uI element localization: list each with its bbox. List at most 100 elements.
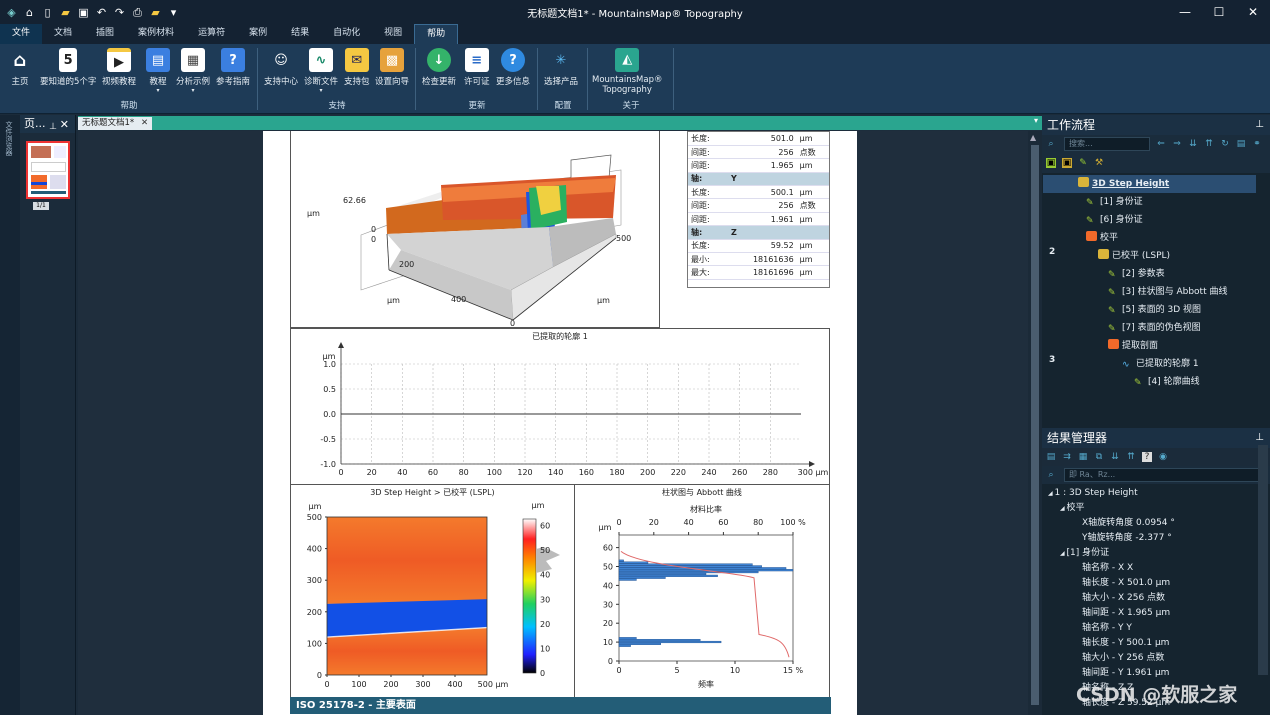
table-icon[interactable]: ▦ (1078, 452, 1088, 462)
menu-tab-5[interactable]: 案例 (237, 24, 279, 44)
tab-menu-icon[interactable]: ▾ (1034, 116, 1038, 125)
panel-pseudocolor[interactable]: 3D Step Height > 已校平 (LSPL) 500 400 300 200… (290, 484, 575, 698)
parameters-table[interactable]: 长度: 501.0 µm 间距: 256 点数 间距: 1.965 µm 轴: Y 长度: 500.1 µ… (687, 131, 830, 288)
refresh-icon[interactable]: ↻ (1220, 139, 1230, 149)
menu-tab-1[interactable]: 文档 (42, 24, 84, 44)
export-results-icon[interactable]: ▤ (1046, 452, 1056, 462)
new-document-icon[interactable]: ▯ (42, 7, 53, 18)
menu-tab-0[interactable]: 文件 (0, 24, 43, 44)
scroll-thumb[interactable] (1031, 145, 1039, 705)
redo-icon[interactable]: ↷ (114, 7, 125, 18)
result-item[interactable]: ◢ [1] 身份证 (1060, 546, 1109, 561)
workflow-node[interactable]: ✎ [2] 参数表 (1108, 265, 1165, 283)
collapse-all-icon[interactable]: ⇊ (1188, 139, 1198, 149)
workflow-node[interactable]: 校平 (1086, 229, 1118, 247)
result-item[interactable]: 轴长度 - X 501.0 µm (1082, 576, 1170, 591)
workflow-node[interactable]: ✎ [6] 身份证 (1086, 211, 1143, 229)
workflow-node[interactable]: ✎ [7] 表面的伪色视图 (1108, 319, 1201, 337)
filter-operators-icon[interactable]: ✎ (1078, 158, 1088, 168)
file-browser-tab[interactable]: 文件浏览器 (4, 121, 14, 156)
about-mountainsmap-button[interactable]: ◭ MountainsMap® Topography (592, 48, 662, 95)
result-item[interactable]: ◢ 1 : 3D Step Height (1048, 486, 1138, 501)
close-button[interactable]: ✕ (1236, 0, 1270, 24)
panel-histogram[interactable]: 柱状图与 Abbott 曲线 材料比率 频率 µm 0 20 40 60 80 100 % 0 5 1… (574, 484, 830, 698)
setup-wizard-button[interactable]: ▩ 设置向导 (375, 48, 409, 87)
result-item[interactable]: 轴大小 - Y 256 点数 (1082, 651, 1164, 666)
analysis-examples-button[interactable]: ▦ 分析示例 ▾ (176, 48, 210, 94)
workflow-node[interactable]: 3D Step Height (1043, 175, 1256, 193)
result-item[interactable]: ◢ 校平 (1060, 501, 1085, 516)
pin-icon[interactable]: ⊥ (49, 118, 57, 136)
home-icon[interactable]: ⌂ (24, 7, 35, 18)
result-item[interactable]: 轴名称 - Y Y (1082, 621, 1132, 636)
reference-guide-button[interactable]: ? 参考指南 (216, 48, 250, 87)
panel-profile[interactable]: 已提取的轮廓 1 1.0 0.5 0.0 -0.5 -1.0 0 20 40 60 80 100 12… (290, 328, 830, 485)
scroll-up-icon[interactable]: ▲ (1030, 133, 1036, 142)
close-icon[interactable]: ✕ (141, 117, 148, 130)
save-icon[interactable]: ▣ (78, 7, 89, 18)
open-folder-icon[interactable]: ▰ (60, 7, 71, 18)
result-item[interactable]: 轴大小 - X 256 点数 (1082, 591, 1165, 606)
vertical-scrollbar[interactable]: ▲ (1028, 131, 1042, 715)
link-icon[interactable]: ⚭ (1252, 139, 1262, 149)
result-item[interactable]: 轴名称 - X X (1082, 561, 1133, 576)
workflow-node[interactable]: 已校平 (LSPL) (1098, 247, 1170, 265)
print-icon[interactable]: ⎙ (132, 7, 143, 18)
workflow-node[interactable]: ✎ [5] 表面的 3D 视图 (1108, 301, 1201, 319)
maximize-button[interactable]: ☐ (1202, 0, 1236, 24)
workflow-node[interactable]: ✎ [1] 身份证 (1086, 193, 1143, 211)
tutorial-button[interactable]: ▤ 教程 ▾ (146, 48, 170, 94)
minimize-button[interactable]: — (1168, 0, 1202, 24)
document-tab[interactable]: 无标题文档1* ✕ (78, 117, 153, 130)
filter-studies-icon[interactable]: ▣ (1046, 158, 1056, 168)
expand-all-icon[interactable]: ⇈ (1204, 139, 1214, 149)
menu-tab-3[interactable]: 案例材料 (126, 24, 186, 44)
home-button[interactable]: ⌂ 主页 (8, 48, 32, 88)
close-icon[interactable]: ✕ (60, 116, 69, 134)
five-things-button[interactable]: 5 要知道的5个字 (40, 48, 96, 87)
view-options-icon[interactable]: ▤ (1236, 139, 1246, 149)
filter-steps-icon[interactable]: ▣ (1062, 158, 1072, 168)
workflow-node[interactable]: 提取剖面 (1108, 337, 1158, 355)
workflow-node[interactable]: ✎ [3] 柱状图与 Abbott 曲线 (1108, 283, 1227, 301)
workflow-node[interactable]: ∿ 已提取的轮廓 1 (1122, 355, 1199, 373)
results-scrollbar[interactable] (1258, 445, 1268, 675)
export-icon[interactable]: ▰ (150, 7, 161, 18)
copy-icon[interactable]: ⧉ (1094, 452, 1104, 462)
select-product-button[interactable]: ✳ 选择产品 (544, 48, 578, 88)
collapse-all-icon[interactable]: ⇊ (1110, 452, 1120, 462)
menu-tab-9[interactable]: 帮助 (414, 24, 459, 44)
result-item[interactable]: 轴间距 - Y 1.961 µm (1082, 666, 1169, 681)
menu-tab-2[interactable]: 插图 (84, 24, 126, 44)
diagnostic-file-button[interactable]: ∿ 诊断文件 ▾ (304, 48, 338, 94)
menu-tab-4[interactable]: 运算符 (186, 24, 237, 44)
undo-icon[interactable]: ↶ (96, 7, 107, 18)
license-button[interactable]: ≡ 许可证 (464, 48, 490, 87)
arrow-left-icon[interactable]: ⇐ (1156, 139, 1166, 149)
workflow-node[interactable]: ✎ [4] 轮廓曲线 (1134, 373, 1200, 391)
tree-options-icon[interactable]: ⇉ (1062, 452, 1072, 462)
support-package-button[interactable]: ✉ 支持包 (344, 48, 370, 87)
menu-tab-7[interactable]: 自动化 (321, 24, 372, 44)
help-icon[interactable]: ? (1142, 452, 1152, 462)
result-item[interactable]: X轴旋转角度 0.0954 ° (1082, 516, 1175, 531)
result-item[interactable]: 轴长度 - Y 500.1 µm (1082, 636, 1169, 651)
more-info-button[interactable]: ? 更多信息 (496, 48, 530, 87)
document-canvas[interactable]: 62.66 0 0 µm 200 400 µm µm 500 0 长度: 501.… (78, 131, 1028, 715)
results-search-input[interactable]: 即 Ra、Rz... (1064, 468, 1264, 482)
expand-all-icon[interactable]: ⇈ (1126, 452, 1136, 462)
video-tutorial-button[interactable]: ▶ 视频教程 (102, 48, 136, 87)
result-item[interactable]: 轴间距 - X 1.965 µm (1082, 606, 1170, 621)
menu-tab-8[interactable]: 视图 (372, 24, 414, 44)
panel-3d-view[interactable]: 62.66 0 0 µm 200 400 µm µm 500 0 (290, 131, 660, 328)
menu-tab-6[interactable]: 结果 (279, 24, 321, 44)
arrow-right-icon[interactable]: ⇒ (1172, 139, 1182, 149)
support-center-button[interactable]: ☺ 支持中心 (264, 48, 298, 88)
pin-icon[interactable]: ⊥ (1255, 115, 1264, 135)
page-thumbnail[interactable] (26, 141, 70, 199)
filter-all-icon[interactable]: ⚒ (1094, 158, 1104, 168)
customize-icon[interactable]: ▾ (168, 7, 179, 18)
check-updates-button[interactable]: ↓ 检查更新 (422, 48, 456, 87)
eye-icon[interactable]: ◉ (1158, 452, 1168, 462)
workflow-search-input[interactable]: 搜索... (1064, 137, 1150, 151)
